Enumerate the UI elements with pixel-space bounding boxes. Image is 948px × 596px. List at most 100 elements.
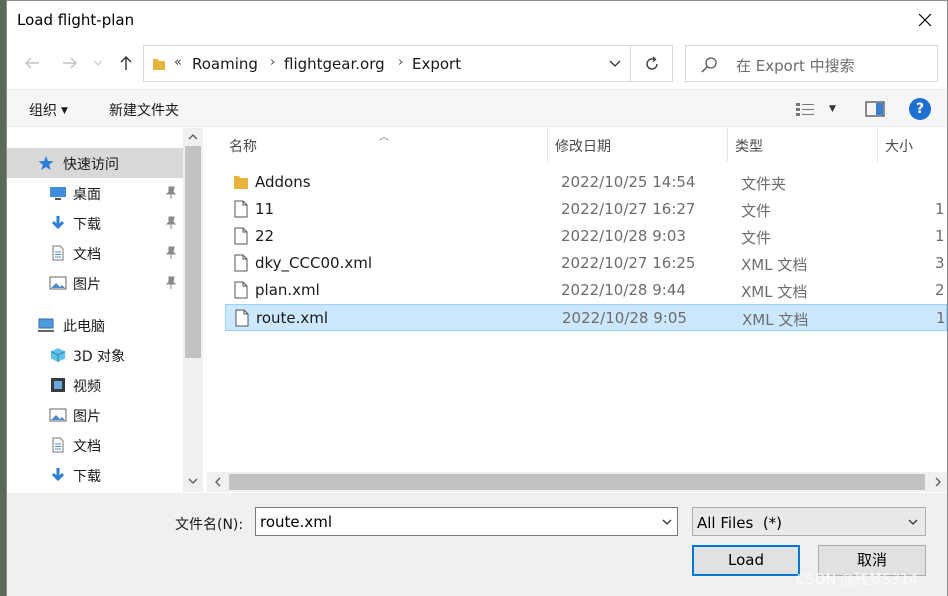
file-type-select[interactable]: All Files (*) xyxy=(692,507,926,536)
chevron-down-icon[interactable] xyxy=(187,476,199,486)
arrow-right-icon xyxy=(63,57,77,69)
document-icon xyxy=(52,245,64,261)
file-size: 1 xyxy=(935,200,945,218)
column-header-name[interactable]: 名称 xyxy=(229,136,257,156)
download-icon xyxy=(51,216,65,230)
column-divider[interactable] xyxy=(727,128,728,162)
cube-icon xyxy=(50,348,66,362)
close-button[interactable] xyxy=(909,5,941,35)
file-row[interactable]: plan.xml 2022/10/28 9:44 XML 文档 2 xyxy=(225,277,947,304)
search-placeholder: 在 Export 中搜索 xyxy=(736,57,855,75)
sidebar-item-documents[interactable]: 文档 xyxy=(7,238,183,268)
sidebar-item-quick-access[interactable]: 快速访问 xyxy=(7,148,183,178)
sidebar-item-this-pc[interactable]: 此电脑 xyxy=(7,310,183,340)
sidebar-item-pc-pictures[interactable]: 图片 xyxy=(7,400,183,430)
filename-value: route.xml xyxy=(260,513,333,531)
breadcrumb-export[interactable]: Export xyxy=(412,55,461,73)
file-row[interactable]: 11 2022/10/27 16:27 文件 1 xyxy=(225,196,947,223)
file-date: 2022/10/25 14:54 xyxy=(561,173,696,191)
up-button[interactable] xyxy=(115,53,137,73)
sidebar-item-pc-documents[interactable]: 文档 xyxy=(7,430,183,460)
refresh-button[interactable] xyxy=(631,45,673,82)
file-row[interactable]: 22 2022/10/28 9:03 文件 1 xyxy=(225,223,947,250)
filename-label: 文件名(N): xyxy=(175,517,244,533)
breadcrumb-overflow[interactable]: « xyxy=(174,55,182,70)
column-header-date[interactable]: 修改日期 xyxy=(555,136,611,156)
file-name: 22 xyxy=(255,227,275,245)
breadcrumb-separator-icon[interactable]: › xyxy=(270,55,275,70)
file-icon xyxy=(234,281,248,299)
file-name: route.xml xyxy=(256,309,329,327)
scrollbar-thumb[interactable] xyxy=(229,474,925,490)
file-size: 3 xyxy=(935,254,945,272)
sidebar-item-pc-downloads[interactable]: 下载 xyxy=(7,460,183,490)
search-input[interactable]: 在 Export 中搜索 xyxy=(685,45,938,82)
breadcrumb-roaming[interactable]: Roaming xyxy=(192,55,258,73)
file-date: 2022/10/27 16:27 xyxy=(561,200,696,218)
pin-icon xyxy=(165,186,177,199)
sidebar-scrollbar[interactable] xyxy=(183,128,203,492)
caret-down-icon: ▼ xyxy=(829,104,836,114)
file-row[interactable]: dky_CCC00.xml 2022/10/27 16:25 XML 文档 3 xyxy=(225,250,947,277)
chevron-right-icon[interactable] xyxy=(933,476,943,488)
chevron-down-icon[interactable] xyxy=(661,517,673,527)
sidebar-item-videos[interactable]: 视频 xyxy=(7,370,183,400)
file-date: 2022/10/28 9:44 xyxy=(561,281,686,299)
help-button[interactable]: ? xyxy=(909,98,931,120)
sidebar-item-label: 下载 xyxy=(73,217,101,233)
file-type: 文件夹 xyxy=(741,175,787,193)
sidebar-item-pictures[interactable]: 图片 xyxy=(7,268,183,298)
sidebar-item-label: 3D 对象 xyxy=(73,349,126,365)
chevron-left-icon[interactable] xyxy=(213,476,223,488)
file-type-value: All Files (*) xyxy=(697,514,783,532)
column-divider[interactable] xyxy=(547,128,548,162)
search-icon xyxy=(701,57,717,73)
sidebar-item-label: 图片 xyxy=(73,409,101,425)
computer-icon xyxy=(38,318,54,332)
file-list: ︿ 名称 修改日期 类型 大小 Addons 2022/10/25 14:54 文件… xyxy=(207,128,947,472)
file-type: 文件 xyxy=(741,202,772,220)
chevron-down-icon xyxy=(94,60,102,66)
star-icon xyxy=(38,156,54,170)
column-header-type[interactable]: 类型 xyxy=(735,136,763,156)
file-type: 文件 xyxy=(741,229,772,247)
file-name: dky_CCC00.xml xyxy=(255,254,372,272)
scrollbar-thumb[interactable] xyxy=(185,146,201,358)
load-button[interactable]: Load xyxy=(692,545,800,576)
horizontal-scrollbar[interactable] xyxy=(207,472,947,492)
preview-pane-icon[interactable] xyxy=(865,100,885,118)
sidebar-item-label: 下载 xyxy=(73,469,101,485)
recent-locations-button[interactable] xyxy=(91,53,105,73)
sidebar-item-3d-objects[interactable]: 3D 对象 xyxy=(7,340,183,370)
file-row[interactable]: Addons 2022/10/25 14:54 文件夹 xyxy=(225,169,947,196)
column-divider[interactable] xyxy=(877,128,878,162)
file-icon xyxy=(234,254,248,272)
command-bar: 组织 ▼ 新建文件夹 ▼ ? xyxy=(7,89,947,127)
navigation-bar: « Roaming › flightgear.org › Export 在 Ex… xyxy=(7,43,947,83)
picture-icon xyxy=(49,408,67,422)
forward-button[interactable] xyxy=(59,53,81,73)
caret-down-icon: ▼ xyxy=(61,106,68,116)
sidebar-item-downloads[interactable]: 下载 xyxy=(7,208,183,238)
file-row[interactable]: route.xml 2022/10/28 9:05 XML 文档 1 xyxy=(225,304,947,331)
chevron-up-icon[interactable] xyxy=(187,132,199,142)
file-date: 2022/10/28 9:05 xyxy=(562,309,687,327)
column-header-size[interactable]: 大小 xyxy=(885,136,913,156)
chevron-down-icon[interactable] xyxy=(608,58,622,70)
sidebar-item-label: 快速访问 xyxy=(63,157,119,173)
back-button[interactable] xyxy=(21,53,43,73)
sidebar-item-desktop[interactable]: 桌面 xyxy=(7,178,183,208)
breadcrumb-flightgear[interactable]: flightgear.org xyxy=(284,55,385,73)
sidebar-item-label: 视频 xyxy=(73,379,101,395)
new-folder-button[interactable]: 新建文件夹 xyxy=(109,100,179,120)
organize-menu[interactable]: 组织 ▼ xyxy=(29,100,68,120)
filename-field[interactable]: route.xml xyxy=(255,507,678,536)
title-bar: Load flight-plan xyxy=(7,1,947,39)
navigation-pane: 快速访问 桌面 下载 文档 图片 此电脑 3D 对象 视频 图片 文档 下载 xyxy=(7,128,203,492)
address-bar[interactable]: « Roaming › flightgear.org › Export xyxy=(143,45,631,82)
file-type: XML 文档 xyxy=(742,311,809,329)
breadcrumb-separator-icon[interactable]: › xyxy=(398,55,403,70)
view-options-button[interactable]: ▼ xyxy=(795,100,843,118)
pin-icon xyxy=(165,216,177,229)
file-size: 2 xyxy=(935,281,945,299)
